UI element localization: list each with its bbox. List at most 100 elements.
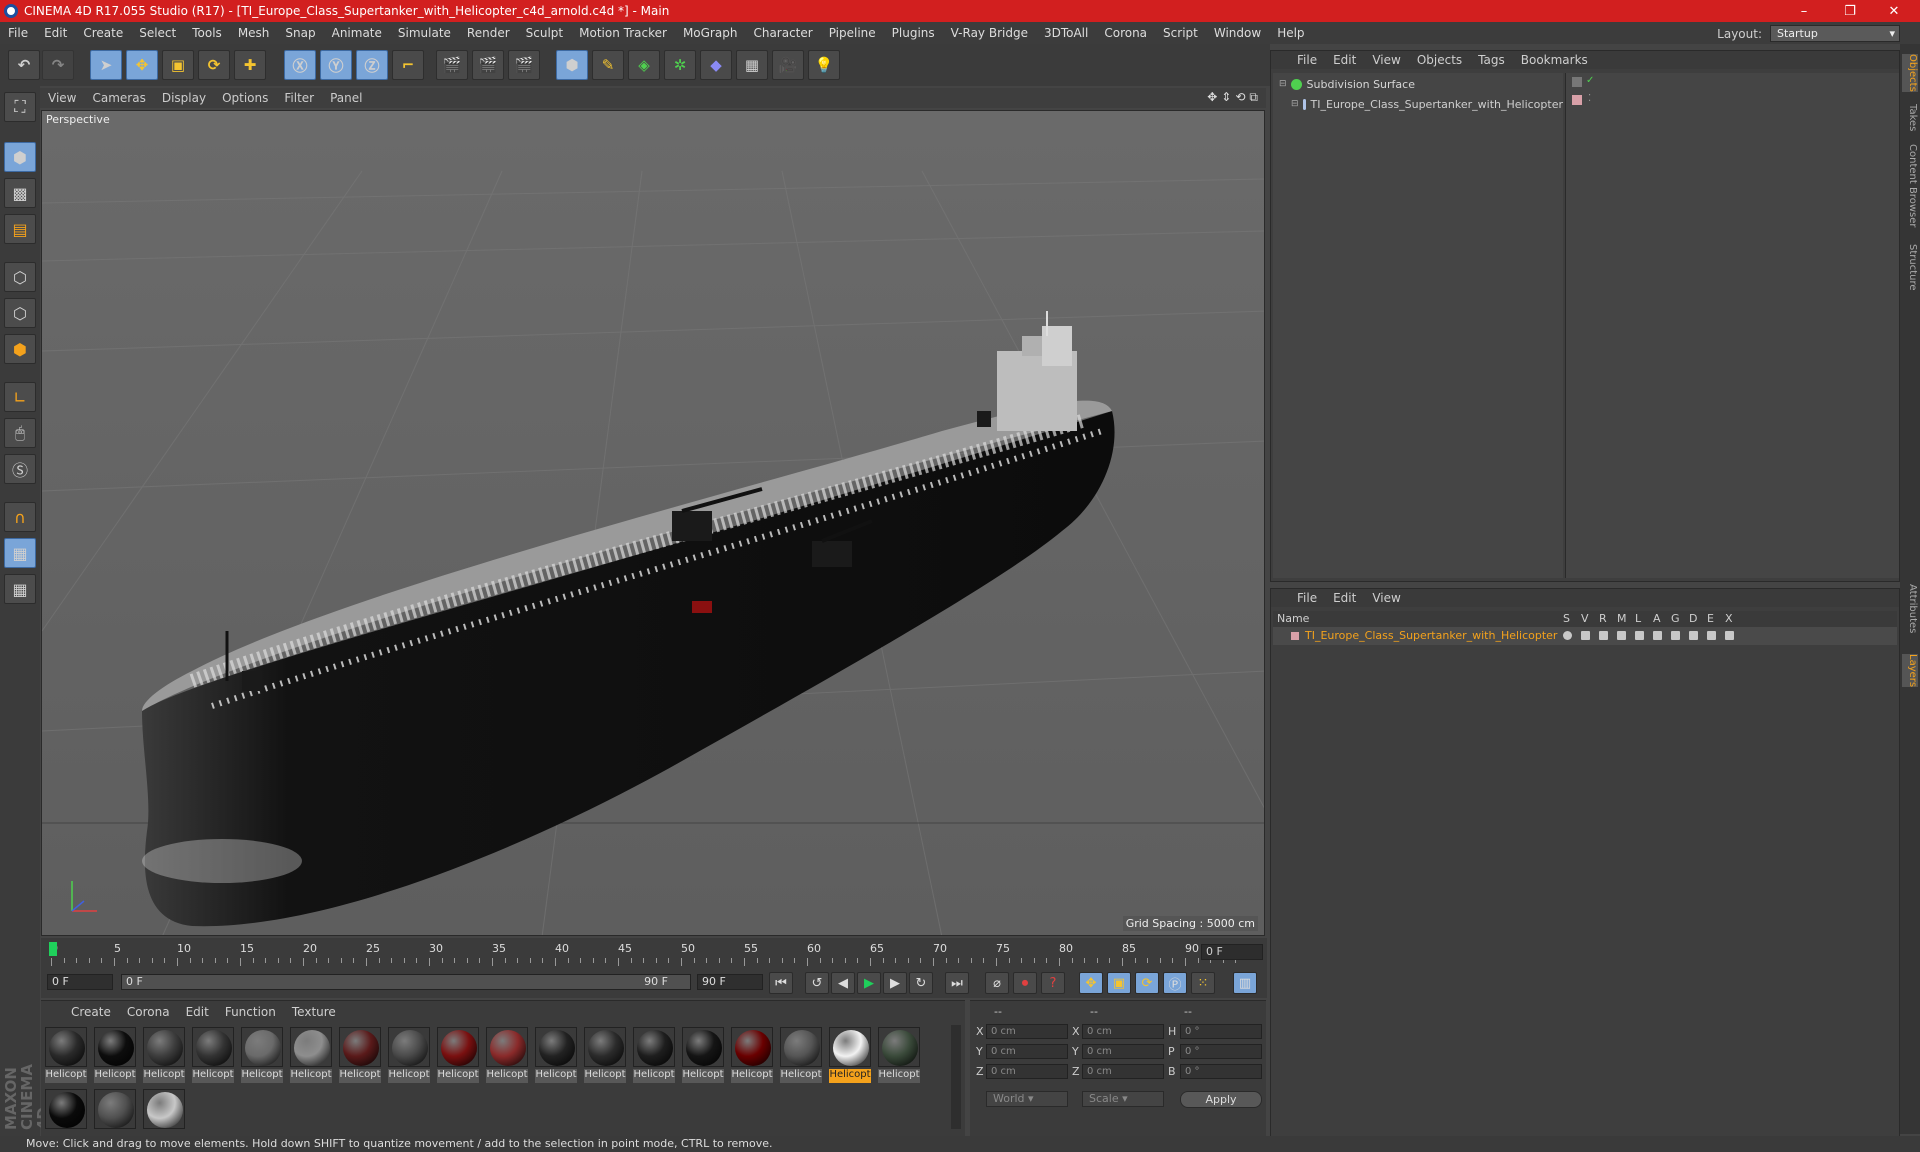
menu-simulate[interactable]: Simulate bbox=[390, 26, 459, 40]
add-cube-button[interactable]: ⬢ bbox=[556, 50, 588, 80]
layer-flag-icon[interactable] bbox=[1599, 631, 1608, 640]
viewport-menu-view[interactable]: View bbox=[40, 91, 84, 105]
position-field[interactable]: 0 cm bbox=[986, 1064, 1068, 1079]
timeline-ruler[interactable]: 051015202530354045505560657075808590 0 F bbox=[41, 938, 1267, 968]
add-array-button[interactable]: ✲ bbox=[664, 50, 696, 80]
rotate-view-icon[interactable]: ⟲ bbox=[1235, 90, 1245, 105]
menu-mesh[interactable]: Mesh bbox=[230, 26, 278, 40]
layer-flag-icon[interactable] bbox=[1563, 631, 1572, 640]
previous-key-button[interactable]: ↺ bbox=[805, 972, 829, 994]
scale-tool-button[interactable]: ▣ bbox=[162, 50, 194, 80]
menu-create[interactable]: Create bbox=[75, 26, 131, 40]
frame-range-slider[interactable]: 0 F 90 F bbox=[121, 974, 691, 990]
side-tab-structure[interactable]: Structure bbox=[1902, 244, 1918, 291]
maximize-view-icon[interactable]: ⧉ bbox=[1249, 90, 1258, 105]
material-menu-texture[interactable]: Texture bbox=[284, 1005, 344, 1019]
add-deformer-button[interactable]: ◆ bbox=[700, 50, 732, 80]
end-frame-field[interactable]: 90 F bbox=[697, 974, 763, 990]
object-menu-objects[interactable]: Objects bbox=[1409, 53, 1470, 67]
material-swatch[interactable]: Helicopt bbox=[631, 1025, 677, 1083]
live-selection-button[interactable]: ➤ bbox=[90, 50, 122, 80]
record-scale-button[interactable]: ▣ bbox=[1107, 972, 1131, 994]
z-axis-button[interactable]: Ⓩ bbox=[356, 50, 388, 80]
side-tab-content-browser[interactable]: Content Browser bbox=[1902, 144, 1918, 227]
position-field[interactable]: 0 cm bbox=[986, 1024, 1068, 1039]
material-swatch[interactable]: Helicopt bbox=[92, 1025, 138, 1083]
material-menu-create[interactable]: Create bbox=[63, 1005, 119, 1019]
size-field[interactable]: 0 cm bbox=[1082, 1044, 1164, 1059]
menu-mograph[interactable]: MoGraph bbox=[675, 26, 746, 40]
menu-pipeline[interactable]: Pipeline bbox=[821, 26, 884, 40]
keyframe-selection-button[interactable]: ? bbox=[1041, 972, 1065, 994]
coordinate-system-button[interactable]: ⌐ bbox=[392, 50, 424, 80]
menu-motion-tracker[interactable]: Motion Tracker bbox=[571, 26, 675, 40]
menu-snap[interactable]: Snap bbox=[277, 26, 323, 40]
object-menu-file[interactable]: File bbox=[1289, 53, 1325, 67]
add-spline-button[interactable]: ✎ bbox=[592, 50, 624, 80]
material-swatch[interactable]: Helicopt bbox=[386, 1025, 432, 1083]
next-frame-button[interactable]: ▶ bbox=[883, 972, 907, 994]
minimize-button[interactable]: – bbox=[1782, 0, 1826, 22]
model-mode-button[interactable]: ⬢ bbox=[4, 142, 36, 172]
layer-menu-view[interactable]: View bbox=[1364, 591, 1408, 605]
layer-flag-icon[interactable] bbox=[1653, 631, 1662, 640]
add-camera-button[interactable]: 🎥 bbox=[772, 50, 804, 80]
layer-row[interactable]: TI_Europe_Class_Supertanker_with_Helicop… bbox=[1273, 627, 1897, 645]
object-menu-tags[interactable]: Tags bbox=[1470, 53, 1513, 67]
object-menu-view[interactable]: View bbox=[1364, 53, 1408, 67]
rotation-field[interactable]: 0 ° bbox=[1180, 1064, 1262, 1079]
material-menu-edit[interactable]: Edit bbox=[178, 1005, 217, 1019]
lock-workplane-button[interactable]: ▦ bbox=[4, 538, 36, 568]
material-swatch[interactable]: Helicopt bbox=[239, 1025, 285, 1083]
side-tab-takes[interactable]: Takes bbox=[1902, 104, 1918, 131]
material-swatch[interactable]: Helicopt bbox=[582, 1025, 628, 1083]
perspective-viewport[interactable]: Perspective Grid Spacing : 5000 cm bbox=[41, 110, 1265, 936]
timeline-window-button[interactable]: ▥ bbox=[1233, 972, 1257, 994]
viewport-menu-display[interactable]: Display bbox=[154, 91, 214, 105]
go-to-end-button[interactable]: ⏭ bbox=[945, 972, 969, 994]
material-swatch[interactable]: Helicopt bbox=[827, 1025, 873, 1083]
viewport-menu-panel[interactable]: Panel bbox=[322, 91, 370, 105]
layer-flag-icon[interactable] bbox=[1635, 631, 1644, 640]
add-floor-button[interactable]: ▦ bbox=[736, 50, 768, 80]
render-settings-button[interactable]: 🎬 bbox=[508, 50, 540, 80]
menu-edit[interactable]: Edit bbox=[36, 26, 75, 40]
record-position-button[interactable]: ✥ bbox=[1079, 972, 1103, 994]
material-swatch[interactable]: Helicopt bbox=[778, 1025, 824, 1083]
move-view-icon[interactable]: ✥ bbox=[1207, 90, 1217, 105]
material-swatch[interactable]: Helicopt bbox=[533, 1025, 579, 1083]
add-nurbs-button[interactable]: ◈ bbox=[628, 50, 660, 80]
menu-sculpt[interactable]: Sculpt bbox=[518, 26, 571, 40]
viewport-menu-filter[interactable]: Filter bbox=[276, 91, 322, 105]
edges-mode-button[interactable]: ⬡ bbox=[4, 298, 36, 328]
layer-color-swatch[interactable] bbox=[1572, 95, 1582, 105]
menu-render[interactable]: Render bbox=[459, 26, 518, 40]
material-scrollbar[interactable] bbox=[951, 1025, 961, 1129]
planar-workplane-button[interactable]: ▦ bbox=[4, 574, 36, 604]
record-parameter-button[interactable]: Ⓟ bbox=[1163, 972, 1187, 994]
layer-flag-icon[interactable] bbox=[1689, 631, 1698, 640]
material-swatch[interactable]: Helicopt bbox=[680, 1025, 726, 1083]
menu-script[interactable]: Script bbox=[1155, 26, 1206, 40]
apply-button[interactable]: Apply bbox=[1180, 1091, 1262, 1108]
undo-button[interactable]: ↶ bbox=[8, 50, 40, 80]
menu-corona[interactable]: Corona bbox=[1096, 26, 1155, 40]
menu-tools[interactable]: Tools bbox=[184, 26, 230, 40]
menu-v-ray-bridge[interactable]: V-Ray Bridge bbox=[943, 26, 1036, 40]
menu-animate[interactable]: Animate bbox=[324, 26, 390, 40]
tweak-mode-button[interactable]: 🖱 bbox=[4, 418, 36, 448]
previous-frame-button[interactable]: ◀ bbox=[831, 972, 855, 994]
layer-flag-icon[interactable] bbox=[1707, 631, 1716, 640]
rotation-field[interactable]: 0 ° bbox=[1180, 1044, 1262, 1059]
expand-icon[interactable]: ⊟ bbox=[1279, 79, 1287, 89]
go-to-start-button[interactable]: ⏮ bbox=[769, 972, 793, 994]
world-dropdown[interactable]: World ▾ bbox=[986, 1091, 1068, 1107]
soft-selection-button[interactable]: Ⓢ bbox=[4, 454, 36, 484]
visibility-dots-icon[interactable]: ⁚ bbox=[1588, 93, 1591, 104]
recent-tool-button[interactable]: ✚ bbox=[234, 50, 266, 80]
make-editable-button[interactable]: ⛶ bbox=[4, 92, 36, 122]
check-icon[interactable]: ✓ bbox=[1586, 75, 1594, 86]
material-swatch[interactable]: Helicopt bbox=[435, 1025, 481, 1083]
expand-icon[interactable]: ⊟ bbox=[1291, 99, 1299, 109]
layer-flag-icon[interactable] bbox=[1581, 631, 1590, 640]
